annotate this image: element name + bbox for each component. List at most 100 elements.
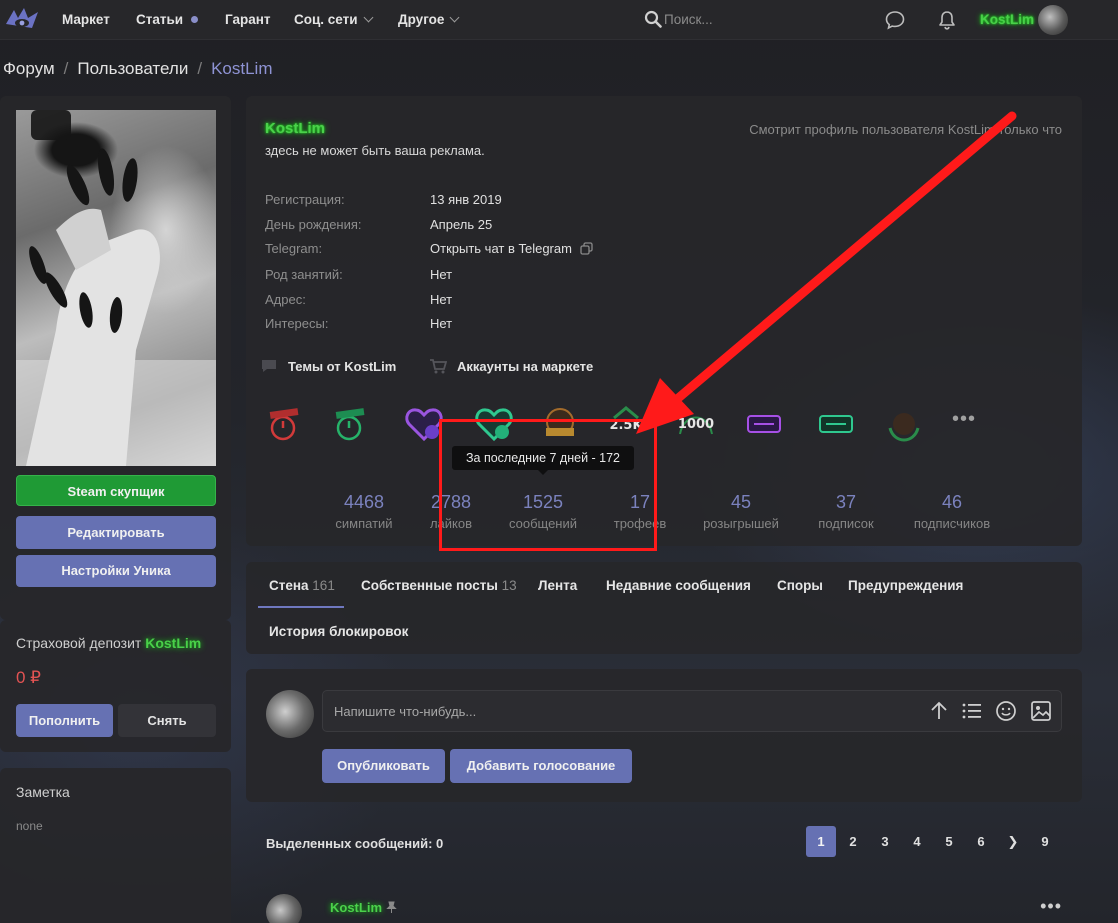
page-next-icon[interactable]: ❯	[998, 826, 1028, 857]
chat-bubble-icon[interactable]	[884, 9, 906, 31]
stat-subscriptions[interactable]: 37 подписок	[791, 492, 901, 531]
shopping-cart-icon	[430, 359, 447, 374]
stat-followers[interactable]: 46 подписчиков	[897, 492, 1007, 531]
info-value-address: Нет	[430, 292, 453, 307]
page-6[interactable]: 6	[966, 826, 996, 857]
deposit-username[interactable]: KostLim	[145, 635, 201, 651]
stopwatch-green-icon[interactable]	[330, 404, 370, 444]
unique-settings-button[interactable]: Настройки Уника	[16, 555, 216, 587]
tab-warnings[interactable]: Предупреждения	[848, 578, 963, 593]
info-label-registration: Регистрация:	[265, 192, 345, 207]
tab-feed[interactable]: Лента	[538, 578, 577, 593]
market-accounts-link[interactable]: Аккаунты на маркете	[429, 358, 593, 374]
market-accounts-label: Аккаунты на маркете	[457, 359, 594, 374]
profile-avatar-large[interactable]	[16, 110, 216, 466]
nav-item-articles[interactable]: Статьи	[136, 12, 199, 27]
deposit-topup-button[interactable]: Пополнить	[16, 704, 113, 737]
stat-giveaways-label: розыгрышей	[703, 516, 779, 531]
heart-2500-icon[interactable]	[404, 404, 444, 444]
copy-icon[interactable]	[580, 242, 593, 255]
1000-icon[interactable]: 1000	[676, 404, 716, 444]
tab-wall[interactable]: Стена 161	[269, 578, 335, 593]
edit-profile-button[interactable]: Редактировать	[16, 516, 216, 549]
insurance-deposit-panel: Страховой депозит KostLim 0 ₽ Пополнить …	[0, 620, 231, 752]
user-threads-link[interactable]: Темы от KostLim	[260, 358, 396, 374]
chevron-down-icon	[363, 12, 373, 23]
wall-post-input[interactable]	[322, 690, 1062, 732]
site-logo-icon[interactable]	[4, 6, 40, 32]
selected-messages-count: Выделенных сообщений: 0	[266, 836, 444, 851]
pagination-bar: Выделенных сообщений: 0 1 2 3 4 5 6 ❯ 9	[246, 818, 1082, 868]
search-icon[interactable]	[644, 10, 662, 28]
avatar-hand-illustration	[16, 110, 216, 466]
nav-item-market[interactable]: Маркет	[62, 12, 110, 27]
page-5[interactable]: 5	[934, 826, 964, 857]
stat-giveaways[interactable]: 45 розыгрышей	[686, 492, 796, 531]
stat-followers-label: подписчиков	[913, 516, 991, 531]
nav-item-social[interactable]: Соц. сети	[294, 12, 373, 27]
add-poll-button[interactable]: Добавить голосование	[450, 749, 632, 783]
telegram-chat-link[interactable]: Открыть чат в Telegram	[430, 241, 572, 256]
current-username[interactable]: KostLim	[980, 12, 1034, 27]
list-icon[interactable]	[961, 700, 983, 722]
breadcrumb-separator: /	[63, 59, 69, 78]
tab-own-posts-count: 13	[501, 578, 517, 593]
current-user-avatar[interactable]	[1038, 5, 1068, 35]
profile-header-panel: KostLim здесь не может быть ваша реклама…	[246, 96, 1082, 546]
publish-button[interactable]: Опубликовать	[322, 749, 445, 783]
steam-buyer-button[interactable]: Steam скупщик	[16, 475, 216, 506]
page-2[interactable]: 2	[838, 826, 868, 857]
user-threads-label: Темы от KostLim	[288, 359, 397, 374]
post-author-name-text: KostLim	[330, 900, 382, 915]
post-author-avatar[interactable]	[266, 894, 302, 923]
arrow-up-icon[interactable]	[928, 700, 950, 722]
bell-icon[interactable]	[936, 9, 958, 31]
tab-own-posts-label: Собственные посты	[361, 578, 498, 593]
unread-dot-icon	[191, 16, 199, 23]
info-label-birthday: День рождения:	[265, 217, 362, 232]
deposit-withdraw-button[interactable]: Снять	[118, 704, 216, 737]
breadcrumb-users[interactable]: Пользователи	[77, 59, 188, 78]
post-more-icon[interactable]: •••	[1040, 896, 1062, 917]
stat-subscriptions-label: подписок	[818, 516, 874, 531]
nav-item-articles-label: Статьи	[136, 12, 184, 27]
breadcrumb-current[interactable]: KostLim	[211, 59, 272, 78]
page-4[interactable]: 4	[902, 826, 932, 857]
nav-item-other-label: Другое	[398, 12, 445, 27]
breadcrumb-forum[interactable]: Форум	[3, 59, 55, 78]
smiley-icon[interactable]	[995, 700, 1017, 722]
post-author-name[interactable]: KostLim	[330, 900, 397, 915]
profile-username: KostLim	[265, 120, 325, 137]
info-label-interests: Интересы:	[265, 316, 329, 331]
info-label-telegram: Telegram:	[265, 241, 323, 256]
page-1[interactable]: 1	[806, 826, 836, 857]
active-tab-indicator	[258, 606, 344, 608]
nav-item-other[interactable]: Другое	[398, 12, 460, 27]
info-value-occupation: Нет	[430, 267, 453, 282]
nav-item-garant[interactable]: Гарант	[225, 12, 271, 27]
note-text[interactable]: none	[16, 819, 43, 833]
svg-text:1000: 1000	[678, 417, 714, 432]
info-label-occupation: Род занятий:	[265, 267, 343, 282]
tab-recent-messages[interactable]: Недавние сообщения	[606, 578, 751, 593]
tab-disputes[interactable]: Споры	[777, 578, 823, 593]
ticket-purple-icon[interactable]	[744, 404, 784, 444]
nav-item-social-label: Соц. сети	[294, 12, 358, 27]
more-trophies-icon[interactable]: •••	[952, 408, 976, 431]
tab-own-posts[interactable]: Собственные посты 13	[361, 578, 517, 593]
search-input[interactable]	[664, 8, 834, 30]
top-navigation: Маркет Статьи Гарант Соц. сети Другое Ko…	[0, 0, 1118, 40]
speech-bubble-icon	[262, 360, 276, 372]
page-9[interactable]: 9	[1030, 826, 1060, 857]
pin-icon	[385, 901, 397, 913]
stopwatch-red-icon[interactable]	[264, 404, 304, 444]
page-3[interactable]: 3	[870, 826, 900, 857]
info-value-telegram: Открыть чат в Telegram	[430, 241, 593, 256]
image-icon[interactable]	[1030, 700, 1052, 722]
stat-giveaways-value: 45	[730, 492, 752, 512]
profile-tabs: Стена 161 Собственные посты 13 Лента Нед…	[246, 562, 1082, 654]
ticket-green-icon[interactable]	[816, 404, 856, 444]
tab-ban-history[interactable]: История блокировок	[269, 624, 408, 639]
wreath-badge-icon[interactable]	[884, 404, 924, 444]
info-value-interests: Нет	[430, 316, 453, 331]
